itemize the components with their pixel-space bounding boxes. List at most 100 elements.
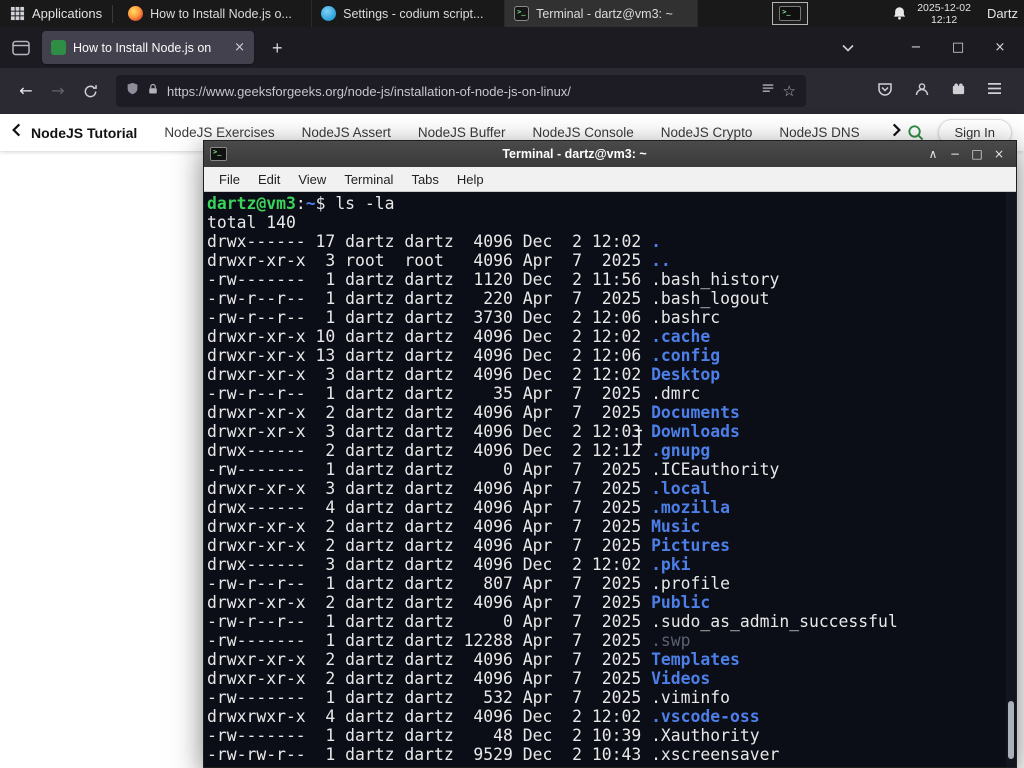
terminal-file-line: drwxrwxr-x 4 dartz dartz 4096 Dec 2 12:0… bbox=[207, 707, 1016, 726]
back-button[interactable]: ← bbox=[10, 83, 42, 99]
terminal-maximize-button[interactable]: □ bbox=[966, 147, 988, 161]
window-minimize-button[interactable]: − bbox=[904, 40, 928, 55]
pocket-icon[interactable] bbox=[877, 81, 893, 102]
taskbar-button-firefox[interactable]: How to Install Node.js o... bbox=[119, 0, 313, 27]
terminal-menu-edit[interactable]: Edit bbox=[249, 172, 289, 187]
terminal-file-line: drwx------ 2 dartz dartz 4096 Dec 2 12:1… bbox=[207, 441, 1016, 460]
file-name: .local bbox=[651, 479, 711, 498]
file-name: .viminfo bbox=[651, 688, 731, 707]
terminal-titlebar[interactable]: Terminal - dartz@vm3: ~ ∧ − □ × bbox=[204, 141, 1016, 167]
site-nav-items: NodeJS Tutorial NodeJS Exercises NodeJS As… bbox=[31, 125, 882, 141]
file-name: Videos bbox=[651, 669, 711, 688]
tab-close-icon[interactable]: × bbox=[232, 40, 245, 55]
terminal-menu-tabs[interactable]: Tabs bbox=[402, 172, 447, 187]
file-meta: -rw-r--r-- 1 dartz dartz 807 Apr 7 2025 bbox=[207, 574, 652, 593]
file-meta: -rw-r--r-- 1 dartz dartz 3730 Dec 2 12:0… bbox=[207, 308, 652, 327]
site-nav-item[interactable]: NodeJS Console bbox=[532, 125, 633, 140]
terminal-scrollbar[interactable] bbox=[1006, 192, 1016, 767]
top-panel: Applications How to Install Node.js o...… bbox=[0, 0, 1024, 27]
terminal-file-line: drwx------ 4 dartz dartz 4096 Apr 7 2025… bbox=[207, 498, 1016, 517]
terminal-file-line: drwxr-xr-x 3 root root 4096 Apr 7 2025 .… bbox=[207, 251, 1016, 270]
file-name: Music bbox=[651, 517, 701, 536]
clock-time: 12:12 bbox=[930, 13, 958, 26]
terminal-minimize-button[interactable]: − bbox=[944, 147, 966, 161]
clock[interactable]: 2025-12-02 12:12 bbox=[917, 2, 971, 26]
url-bar[interactable]: https://www.geeksforgeeks.org/node-js/in… bbox=[116, 75, 806, 107]
tracking-protection-shield-icon[interactable] bbox=[126, 81, 139, 101]
account-icon[interactable] bbox=[914, 81, 930, 102]
list-all-tabs-chevron-icon[interactable] bbox=[842, 44, 854, 52]
file-meta: -rw------- 1 dartz dartz 1120 Dec 2 11:5… bbox=[207, 270, 652, 289]
site-nav-item[interactable]: NodeJS Buffer bbox=[418, 125, 506, 140]
file-name: .dmrc bbox=[651, 384, 701, 403]
file-name: Documents bbox=[651, 403, 740, 422]
terminal-menu-terminal[interactable]: Terminal bbox=[335, 172, 402, 187]
terminal-menu-view[interactable]: View bbox=[289, 172, 335, 187]
file-name: Templates bbox=[651, 650, 740, 669]
search-icon[interactable] bbox=[907, 124, 924, 141]
terminal-file-line: -rw-r--r-- 1 dartz dartz 0 Apr 7 2025 .s… bbox=[207, 612, 1016, 631]
file-name: Downloads bbox=[651, 422, 740, 441]
applications-menu-button[interactable]: Applications bbox=[4, 0, 112, 27]
site-nav-item[interactable]: NodeJS Exercises bbox=[164, 125, 274, 140]
terminal-file-line: drwxr-xr-x 2 dartz dartz 4096 Apr 7 2025… bbox=[207, 593, 1016, 612]
terminal-body[interactable]: dartz@vm3:~$ ls -la total 140 drwx------ 1… bbox=[204, 192, 1016, 767]
tray-terminal-icon[interactable] bbox=[772, 2, 809, 25]
file-name: .bash_history bbox=[651, 270, 780, 289]
mouse-cursor bbox=[636, 429, 642, 446]
file-name: .gnupg bbox=[651, 441, 711, 460]
forward-button[interactable]: → bbox=[42, 83, 74, 99]
panel-taskbar: How to Install Node.js o... Settings - co… bbox=[119, 0, 699, 27]
terminal-output: dartz@vm3:~$ ls -la total 140 drwx------ 1… bbox=[204, 192, 1016, 764]
file-meta: drwxrwxr-x 4 dartz dartz 4096 Dec 2 12:0… bbox=[207, 707, 652, 726]
bookmark-star-icon[interactable]: ☆ bbox=[783, 83, 796, 99]
taskbar-button-terminal[interactable]: Terminal - dartz@vm3: ~ bbox=[505, 0, 699, 27]
terminal-file-line: drwxr-xr-x 2 dartz dartz 4096 Apr 7 2025… bbox=[207, 403, 1016, 422]
terminal-menu-help[interactable]: Help bbox=[448, 172, 493, 187]
terminal-shade-button[interactable]: ∧ bbox=[922, 147, 944, 161]
terminal-file-line: -rw------- 1 dartz dartz 532 Apr 7 2025 … bbox=[207, 688, 1016, 707]
file-name: .sudo_as_admin_successful bbox=[651, 612, 898, 631]
tab-title: How to Install Node.js on bbox=[73, 40, 212, 55]
terminal-file-line: -rw-rw-r-- 1 dartz dartz 9529 Dec 2 10:4… bbox=[207, 745, 1016, 764]
reload-button[interactable] bbox=[74, 84, 106, 99]
file-meta: drwxr-xr-x 10 dartz dartz 4096 Dec 2 12:… bbox=[207, 327, 652, 346]
window-close-button[interactable]: × bbox=[988, 40, 1012, 55]
file-name: .ICEauthority bbox=[651, 460, 780, 479]
site-nav-scroll-left-icon[interactable] bbox=[12, 123, 21, 142]
reader-view-icon[interactable] bbox=[761, 82, 775, 101]
terminal-file-line: drwxr-xr-x 2 dartz dartz 4096 Apr 7 2025… bbox=[207, 536, 1016, 555]
taskbar-button-label: Terminal - dartz@vm3: ~ bbox=[536, 6, 673, 21]
site-nav-item[interactable]: NodeJS DNS bbox=[779, 125, 859, 140]
file-meta: drwxr-xr-x 2 dartz dartz 4096 Apr 7 2025 bbox=[207, 403, 652, 422]
browser-tab[interactable]: How to Install Node.js on × bbox=[42, 31, 254, 64]
clock-date: 2025-12-02 bbox=[917, 1, 971, 14]
file-name: .vscode-oss bbox=[651, 707, 760, 726]
site-security-lock-icon[interactable] bbox=[147, 82, 159, 101]
new-tab-button[interactable]: + bbox=[262, 39, 293, 57]
file-name: Public bbox=[651, 593, 711, 612]
terminal-menu-file[interactable]: File bbox=[210, 172, 249, 187]
terminal-file-line: -rw------- 1 dartz dartz 48 Dec 2 10:39 … bbox=[207, 726, 1016, 745]
file-name: Pictures bbox=[651, 536, 731, 555]
file-name: .pki bbox=[651, 555, 691, 574]
window-maximize-button[interactable]: □ bbox=[946, 40, 970, 55]
terminal-command-line: dartz@vm3:~$ ls -la bbox=[207, 194, 1016, 213]
terminal-scrollbar-thumb[interactable] bbox=[1008, 701, 1014, 759]
site-nav-item[interactable]: NodeJS Tutorial bbox=[31, 125, 137, 141]
site-nav-item[interactable]: NodeJS Assert bbox=[302, 125, 391, 140]
site-nav-item[interactable]: NodeJS Crypto bbox=[661, 125, 753, 140]
terminal-close-button[interactable]: × bbox=[988, 147, 1010, 161]
file-meta: drwx------ 4 dartz dartz 4096 Apr 7 2025 bbox=[207, 498, 652, 517]
notifications-bell-icon[interactable] bbox=[892, 6, 907, 21]
extensions-puzzle-icon[interactable] bbox=[951, 81, 966, 101]
menu-hamburger-icon[interactable] bbox=[987, 82, 1002, 100]
codium-icon bbox=[321, 6, 337, 21]
terminal-file-line: -rw------- 1 dartz dartz 0 Apr 7 2025 .I… bbox=[207, 460, 1016, 479]
taskbar-button-codium[interactable]: Settings - codium script... bbox=[312, 0, 506, 27]
file-meta: -rw------- 1 dartz dartz 48 Dec 2 10:39 bbox=[207, 726, 652, 745]
firefox-view-icon[interactable] bbox=[12, 40, 30, 56]
terminal-tray-glyph bbox=[779, 6, 802, 21]
terminal-file-line: drwxr-xr-x 2 dartz dartz 4096 Apr 7 2025… bbox=[207, 669, 1016, 688]
file-meta: drwxr-xr-x 3 root root 4096 Apr 7 2025 bbox=[207, 251, 652, 270]
